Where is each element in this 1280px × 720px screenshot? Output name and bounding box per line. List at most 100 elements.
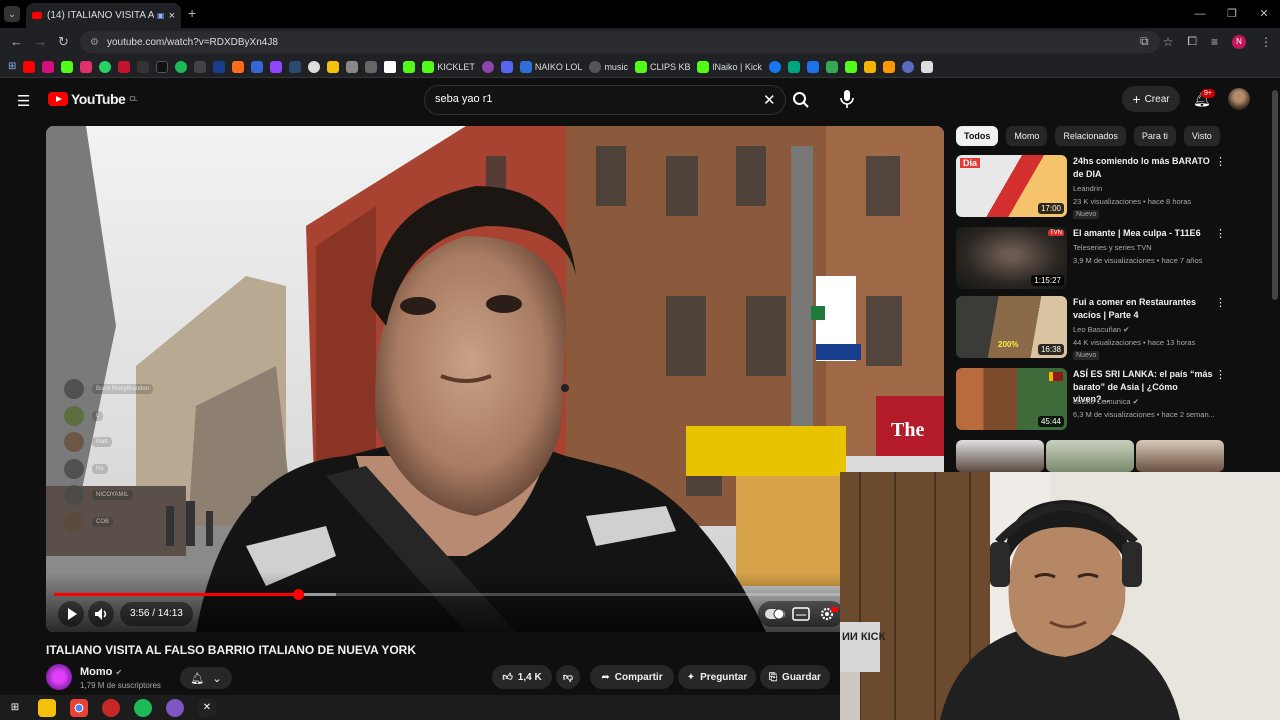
bookmark-x-icon[interactable] [137,60,150,73]
discord-icon[interactable] [166,698,184,717]
more-options-icon[interactable]: ⋮ [1215,227,1226,240]
video-thumbnail[interactable]: Dia 17:00 [956,155,1067,217]
browser-tab-active[interactable]: (14) ITALIANO VISITA AL FA ▣ × [26,3,181,28]
app-icon[interactable]: ✕ [198,698,216,717]
search-icon[interactable] [792,91,810,109]
ask-button[interactable]: ✦ Preguntar [678,665,756,689]
search-box[interactable]: seba yao r1 ✕ [424,85,786,115]
bookmark-naiko-lol[interactable]: NAIKO LOL [519,60,582,73]
channel-avatar[interactable] [46,664,72,690]
bookmark-shield-icon[interactable] [500,60,513,73]
address-bar[interactable]: ⚙ youtube.com/watch?v=RDXDByXn4J8 [80,31,1160,53]
clear-search-icon[interactable]: ✕ [763,91,776,109]
share-button[interactable]: ➦ Compartir [590,665,674,689]
short-thumbnail[interactable] [1046,440,1134,472]
bookmark-green2-icon[interactable] [825,60,838,73]
video-thumbnail[interactable]: 200% 16:38 [956,296,1067,358]
like-button[interactable]: 👍︎ 1,4 K [492,665,552,689]
tab-close-button[interactable]: × [169,10,175,22]
bookmark-blue-icon[interactable] [213,60,226,73]
bookmark-kicklet[interactable]: KICKLET [422,60,475,73]
bookmark-twitch-icon[interactable] [270,60,283,73]
windows-start-icon[interactable]: ⊞ [6,699,24,717]
bookmark-white-icon[interactable] [308,60,321,73]
restore-button[interactable]: ❐ [1216,0,1248,28]
bookmark-facebook-icon[interactable] [768,60,781,73]
chip-relacionados[interactable]: Relacionados [1055,126,1126,146]
bookmark-u-icon[interactable] [882,60,895,73]
recommendation-item[interactable]: Dia 17:00 24hs comiendo lo más BARATO de… [956,155,1226,219]
chip-momo[interactable]: Momo [1006,126,1048,146]
obs-icon[interactable] [102,698,120,717]
extensions-icon[interactable]: ⧠ [1187,34,1197,49]
menu-icon[interactable]: ☰ [17,92,30,110]
close-window-button[interactable]: ✕ [1248,0,1280,28]
file-explorer-icon[interactable] [38,698,56,717]
back-button[interactable]: ← [10,34,23,49]
more-options-icon[interactable]: ⋮ [1215,155,1226,168]
bookmark-naiko-kick[interactable]: lNaiko | Kick [697,60,762,73]
chrome-icon[interactable] [70,698,88,717]
progress-bar[interactable] [54,589,936,600]
bookmark-purple-icon[interactable] [481,60,494,73]
volume-icon[interactable] [88,601,114,627]
recommendation-item[interactable]: 45:44 ASÍ ES SRI LANKA: el país “más bar… [956,368,1226,432]
more-options-icon[interactable]: ⋮ [1215,368,1226,381]
bookmark-square-icon[interactable] [920,60,933,73]
media-controls-icon[interactable]: ≡ [1211,35,1218,49]
bookmark-cat-icon[interactable] [346,60,359,73]
bookmark-blue2-icon[interactable] [251,60,264,73]
bookmark-yellow-icon[interactable] [327,60,340,73]
minimize-button[interactable]: — [1184,0,1216,28]
video-player[interactable]: The Bordi RickyBrandon L Matt Ne NICOYAM… [46,126,944,632]
forward-button[interactable]: → [34,34,47,49]
bookmark-spotify-icon[interactable] [175,60,188,73]
bookmark-blue3-icon[interactable] [806,60,819,73]
search-input[interactable]: seba yao r1 [435,93,492,105]
recommendation-item[interactable]: TVN 1:15:27 El amante | Mea culpa - T11E… [956,227,1226,291]
chip-todos[interactable]: Todos [956,126,999,146]
microphone-icon[interactable] [838,89,856,109]
video-thumbnail[interactable]: TVN 1:15:27 [956,227,1067,289]
play-icon[interactable] [58,601,84,627]
bookmark-indigo-icon[interactable] [901,60,914,73]
bookmark-music[interactable]: music [589,60,628,73]
reload-button[interactable]: ↻ [58,34,69,50]
install-app-icon[interactable]: ⧉ [1140,34,1149,49]
site-info-icon[interactable]: ⚙ [90,37,99,48]
apps-grid-icon[interactable]: ⊞ [8,61,16,72]
bookmark-star-icon[interactable]: ☆ [1163,35,1174,49]
bookmark-gold-icon[interactable] [863,60,876,73]
browser-menu-icon[interactable]: ⋮ [1260,35,1272,49]
subscription-bell-button[interactable]: 🔔︎ ⌄ [180,667,232,689]
bookmark-red-icon[interactable] [118,60,131,73]
chip-visto[interactable]: Visto [1183,126,1220,146]
dislike-button[interactable]: 👎︎ [556,665,580,689]
profile-avatar-icon[interactable]: N [1232,34,1246,49]
page-scrollbar[interactable] [1272,90,1278,300]
short-thumbnail[interactable] [956,440,1044,472]
settings-gear-icon[interactable] [816,606,838,622]
youtube-logo[interactable]: YouTube CL [48,91,138,107]
video-thumbnail[interactable]: 45:44 [956,368,1067,430]
bookmark-youtube-icon[interactable] [23,60,36,73]
bookmark-search-icon[interactable] [289,60,302,73]
bookmark-grey-icon[interactable] [365,60,378,73]
user-avatar[interactable] [1228,88,1250,110]
bookmark-tiktok-icon[interactable] [156,60,169,73]
bookmark-s-icon[interactable] [194,60,207,73]
new-tab-button[interactable]: + [188,5,196,21]
subtitles-icon[interactable] [790,607,812,621]
bookmark-teal-icon[interactable] [787,60,800,73]
spotify-icon[interactable] [134,698,152,717]
bookmark-plus-icon[interactable] [844,60,857,73]
tab-search-button[interactable]: ⌄ [4,6,20,22]
bookmark-diamond-icon[interactable] [384,60,397,73]
save-button[interactable]: ⎘ Guardar [760,665,830,689]
recommendation-item[interactable]: 200% 16:38 Fui a comer en Restaurantes v… [956,296,1226,360]
bookmark-whatsapp-icon[interactable] [99,60,112,73]
create-button[interactable]: + Crear [1122,86,1180,112]
channel-name[interactable]: Momo ✔ [80,666,122,678]
bookmark-kick-icon[interactable] [61,60,74,73]
bookmark-orange-icon[interactable] [232,60,245,73]
